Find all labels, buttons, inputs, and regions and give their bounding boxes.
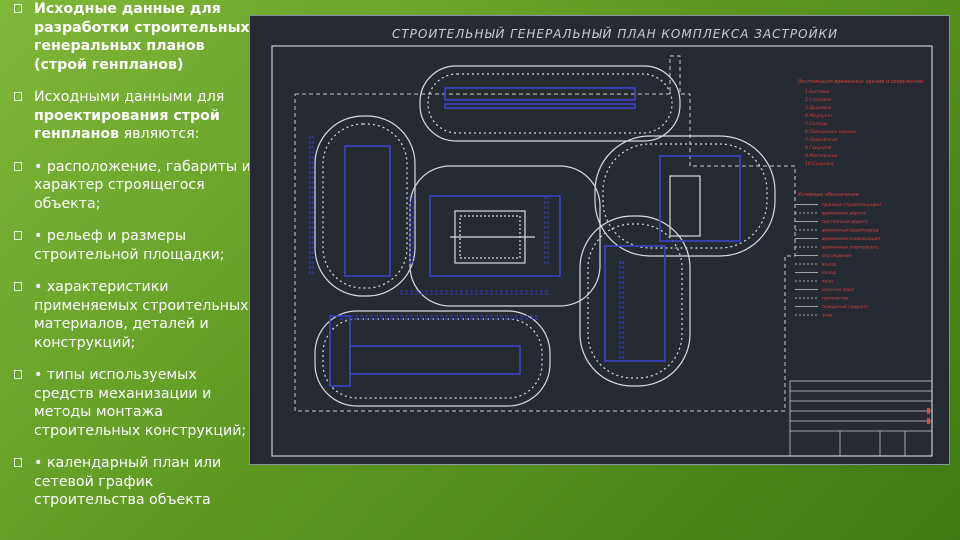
- bullet-item: • расположение, габариты и характер стро…: [14, 158, 260, 214]
- bullet-text: являются:: [119, 126, 200, 142]
- legend-symbol-label: временная канализация: [822, 237, 880, 242]
- legend-symbol-label: знак: [822, 314, 833, 319]
- crane-zone: [450, 175, 701, 264]
- legend-item: 3 Душевые: [805, 105, 832, 111]
- bullet-item: Исходные данные для разработки строитель…: [14, 0, 260, 74]
- legend-symbol-label: прожектор: [822, 297, 848, 302]
- bullet-marker-icon: [14, 370, 22, 379]
- bullet-marker-icon: [14, 458, 22, 467]
- legend-symbol-label: въезд: [822, 263, 836, 268]
- legend-symbol-label: ограждение: [822, 254, 852, 259]
- legend-symbol-label: временный водопровод: [822, 228, 879, 234]
- slide: Исходные данные для разработки строитель…: [0, 0, 960, 540]
- bullet-text: • характеристики применяемых строительны…: [34, 279, 249, 351]
- legend-symbol-label: граница стройплощадки: [822, 202, 881, 208]
- legend-block: Экспликация временных зданий и сооружени…: [795, 79, 924, 319]
- legend-item: 10 Сушилка: [805, 161, 834, 167]
- legend-item: 5 Склады: [805, 121, 828, 127]
- legend-symbol-label: постоянная дорога: [822, 220, 868, 225]
- bullet-text: • календарный план или сетевой график ст…: [34, 455, 222, 508]
- drawing-title: СТРОИТЕЛЬНЫЙ ГЕНЕРАЛЬНЫЙ ПЛАН КОМПЛЕКСА …: [392, 26, 838, 41]
- bullet-list: Исходные данные для разработки строитель…: [14, 0, 260, 540]
- bullet-item: • характеристики применяемых строительны…: [14, 278, 260, 352]
- legend-item: 1 Бытовки: [805, 89, 830, 95]
- bullet-text: Исходными данными для: [34, 89, 225, 105]
- legend-symbol-label: пожарный гидрант: [822, 304, 868, 310]
- legend-item: 2 Столовая: [805, 97, 832, 103]
- bullet-text: • расположение, габариты и характер стро…: [34, 158, 251, 212]
- bullet-item: Исходными данными для проектирования стр…: [14, 88, 260, 144]
- site-plan-drawing: СТРОИТЕЛЬНЫЙ ГЕНЕРАЛЬНЫЙ ПЛАН КОМПЛЕКСА …: [249, 15, 950, 465]
- legend-item: 9 Мастерские: [805, 153, 838, 159]
- bullet-item: • календарный план или сетевой график ст…: [14, 454, 260, 510]
- bullet-text: • типы используемых средств механизации …: [34, 367, 247, 439]
- legend-title: Экспликация временных зданий и сооружени…: [797, 79, 924, 85]
- legend-item: 6 Помещение охраны: [805, 129, 857, 135]
- legend-item: 8 Гардероб: [805, 145, 832, 151]
- legend-symbol-label: временная дорога: [822, 212, 866, 217]
- bullet-marker-icon: [14, 161, 22, 171]
- bullet-text: • рельеф и размеры строительной площадки…: [34, 228, 225, 263]
- bullet-marker-icon: [14, 282, 22, 291]
- legend-symbol-label: опасная зона: [822, 288, 854, 293]
- legend-symbol-label: кран: [822, 280, 833, 285]
- symbols-title: Условные обозначения: [798, 192, 859, 198]
- bullet-marker-icon: [14, 4, 22, 13]
- site-plan-svg: СТРОИТЕЛЬНЫЙ ГЕНЕРАЛЬНЫЙ ПЛАН КОМПЛЕКСА …: [271, 26, 933, 457]
- legend-item: 4 Медпункт: [805, 113, 833, 119]
- bullet-marker-icon: [14, 231, 22, 240]
- title-block: [789, 380, 933, 457]
- bullet-marker-icon: [14, 92, 22, 101]
- bullet-bold-text: Исходные данные для разработки строитель…: [34, 1, 250, 73]
- legend-item: 7 Прорабская: [805, 137, 838, 143]
- legend-symbol-label: временная электросеть: [822, 246, 879, 251]
- bullet-item: • рельеф и размеры строительной площадки…: [14, 227, 260, 264]
- legend-symbol-label: склад: [822, 271, 836, 276]
- bullet-item: • типы используемых средств механизации …: [14, 366, 260, 440]
